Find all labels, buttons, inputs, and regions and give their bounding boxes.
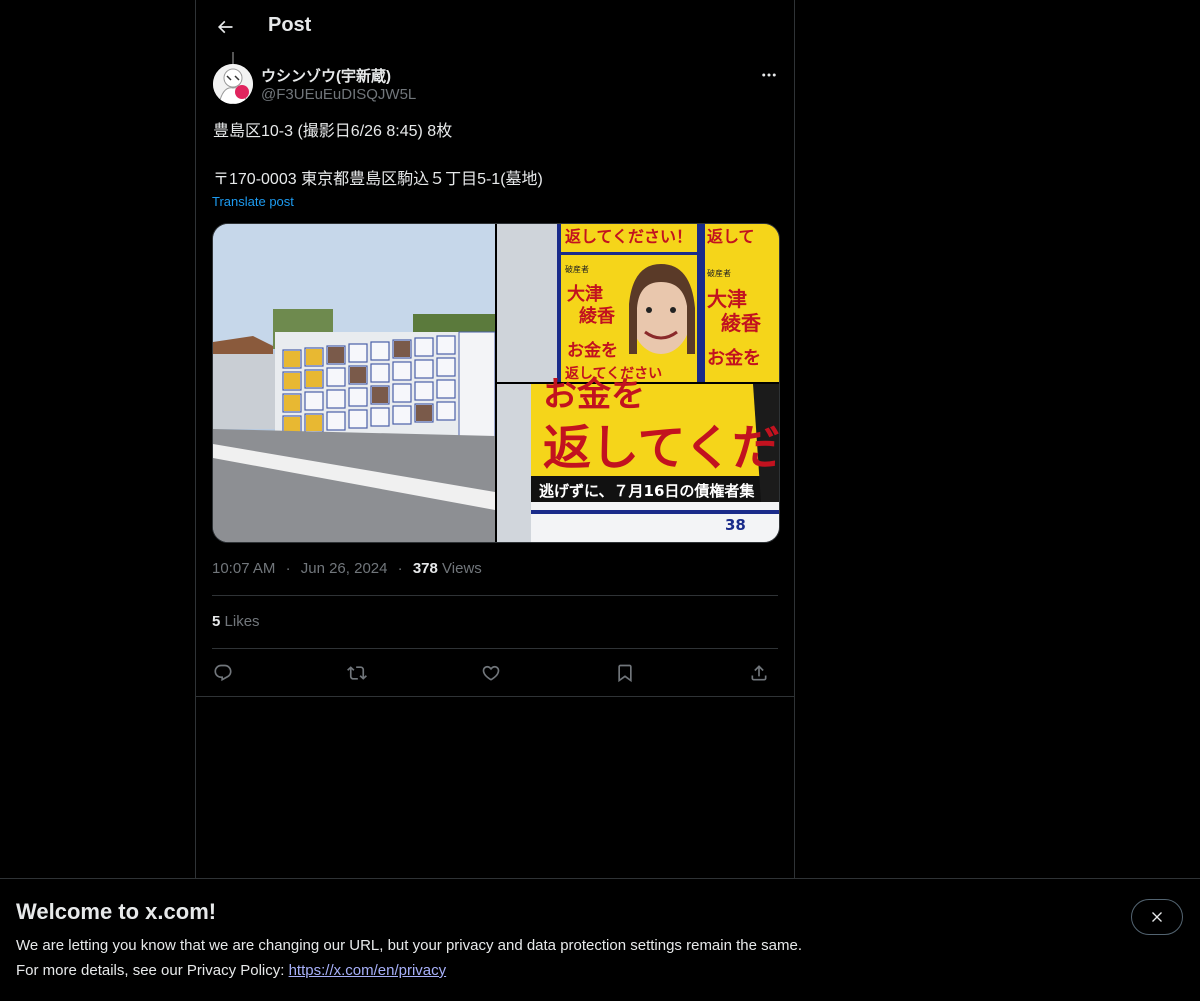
divider	[212, 648, 778, 649]
banner-details: For more details, see our Privacy Policy…	[16, 962, 446, 979]
poster-name2: 綾香	[579, 305, 616, 327]
separator: ·	[285, 560, 291, 577]
svg-text:破産者: 破産者	[707, 268, 731, 278]
more-options-button[interactable]	[754, 62, 784, 88]
display-name[interactable]: ウシンゾウ(宇新蔵)	[261, 65, 391, 86]
reply-button[interactable]	[206, 656, 240, 690]
main-column: Post ウシンゾウ(宇新蔵) @F3UEuEuDISQJW5L 豊島区10-3…	[195, 0, 795, 1000]
svg-text:大津: 大津	[707, 287, 747, 311]
views-label: Views	[442, 560, 482, 577]
photo-street[interactable]	[213, 224, 496, 542]
user-handle[interactable]: @F3UEuEuDISQJW5L	[261, 86, 416, 103]
svg-text:お金を: お金を	[707, 347, 761, 369]
avatar[interactable]	[213, 64, 253, 104]
banner-details-text: For more details, see our Privacy Policy…	[16, 962, 289, 979]
post-metadata: 10:07 AM · Jun 26, 2024 · 378 Views	[212, 560, 482, 577]
bookmark-button[interactable]	[608, 656, 642, 690]
poster-strip-text: 逃げずに、７月16日の債権者集	[539, 482, 755, 500]
privacy-policy-link[interactable]: https://x.com/en/privacy	[289, 962, 447, 979]
board-number: 38	[725, 516, 746, 534]
post-text-line: 豊島区10-3 (撮影日6/26 8:45) 8枚	[213, 123, 453, 140]
divider	[196, 696, 794, 697]
likes-count: 5	[212, 613, 221, 630]
photo-poster-closeup[interactable]: 返してください！ 返して 破産者 破産者 大津 綾香 大津 綾香 お金を お金を…	[497, 224, 779, 382]
poster-money: お金を	[567, 340, 618, 361]
poster-title: 返してください！	[565, 227, 692, 246]
media-grid[interactable]: 返してください！ 返して 破産者 破産者 大津 綾香 大津 綾香 お金を お金を…	[212, 223, 780, 543]
post-time[interactable]: 10:07 AM	[212, 560, 275, 577]
page-header: Post	[196, 0, 794, 53]
post-text: 豊島区10-3 (撮影日6/26 8:45) 8枚 〒170-0003 東京都豊…	[213, 120, 773, 192]
post-date[interactable]: Jun 26, 2024	[301, 560, 388, 577]
heart-icon	[482, 665, 500, 681]
arrow-left-icon	[217, 20, 233, 34]
separator: ·	[397, 560, 403, 577]
thread-line	[232, 52, 234, 64]
banner-message: We are letting you know that we are chan…	[16, 937, 802, 954]
photo-poster-large[interactable]: お金を 返してくだ 逃げずに、７月16日の債権者集 38	[497, 375, 779, 542]
back-button[interactable]	[208, 10, 242, 44]
likes-link[interactable]: 5 Likes	[212, 613, 260, 630]
close-icon	[1152, 912, 1162, 922]
divider	[212, 595, 778, 596]
post-text-line: 〒170-0003 東京都豊島区駒込５丁目5-1(墓地)	[213, 171, 543, 188]
translate-post-link[interactable]: Translate post	[212, 194, 294, 209]
repost-icon	[347, 666, 367, 680]
share-button[interactable]	[742, 656, 776, 690]
share-icon	[751, 665, 767, 681]
page-title: Post	[268, 14, 312, 36]
like-button[interactable]	[474, 656, 508, 690]
repost-button[interactable]	[340, 656, 374, 690]
svg-text:綾香: 綾香	[721, 311, 762, 335]
views-count: 378	[412, 560, 438, 577]
banner-title: Welcome to x.com!	[16, 899, 217, 924]
poster-label: 破産者	[565, 264, 589, 274]
post-photos[interactable]: 返してください！ 返して 破産者 破産者 大津 綾香 大津 綾香 お金を お金を…	[213, 224, 779, 542]
close-banner-button[interactable]	[1131, 899, 1183, 935]
poster-big-line1: お金を	[543, 375, 645, 415]
more-dots-icon	[762, 73, 776, 77]
reply-icon	[214, 664, 232, 682]
svg-text:返して: 返して	[707, 227, 755, 246]
likes-label: Likes	[224, 613, 260, 630]
bookmark-icon	[618, 664, 632, 683]
welcome-banner: Welcome to x.com! We are letting you kno…	[0, 878, 1200, 1001]
action-bar	[212, 656, 778, 690]
poster-name: 大津	[567, 283, 603, 305]
poster-big-line2: 返してくだ	[543, 420, 779, 476]
